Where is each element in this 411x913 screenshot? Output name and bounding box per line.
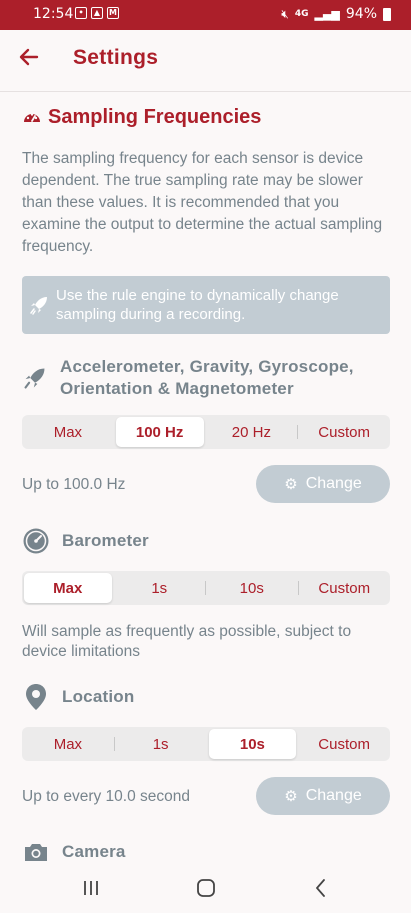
gear-icon: ⚙ [284, 476, 298, 493]
change-button-label: Change [305, 787, 362, 804]
motion-change-button[interactable]: ⚙ Change [256, 465, 390, 503]
motion-sensor-heading: Accelerometer, Gravity, Gyroscope, Orien… [22, 356, 380, 400]
motion-frequency-selector: Max 100 Hz 20 Hz Custom [22, 415, 390, 449]
segment-separator [113, 737, 115, 751]
segment-separator [297, 425, 299, 439]
barometer-option-10s[interactable]: 10s [208, 573, 296, 603]
home-button[interactable] [194, 876, 218, 900]
location-option-10s[interactable]: 10s [208, 729, 297, 759]
recent-apps-icon [84, 881, 98, 895]
barometer-frequency-selector: Max 1s 10s Custom [22, 571, 390, 605]
speedometer-icon [24, 112, 40, 122]
back-nav-button[interactable] [309, 876, 333, 900]
system-nav-bar [0, 862, 411, 913]
change-button-label: Change [305, 475, 362, 492]
battery-label: 94% [345, 6, 377, 22]
section-heading: Sampling Frequencies [22, 106, 261, 129]
barometer-heading: Barometer [22, 527, 149, 555]
gear-icon: ⚙ [284, 788, 298, 805]
location-option-max[interactable]: Max [24, 729, 112, 759]
motion-option-max[interactable]: Max [24, 417, 112, 447]
motion-option-custom[interactable]: Custom [300, 417, 388, 447]
camera-title: Camera [62, 842, 126, 861]
recent-apps-button[interactable] [79, 876, 103, 900]
barometer-option-1s[interactable]: 1s [116, 573, 204, 603]
rule-engine-banner[interactable]: Use the rule engine to dynamically chang… [22, 276, 390, 334]
section-intro: The sampling frequency for each sensor i… [22, 150, 383, 255]
back-button[interactable] [16, 44, 42, 70]
notification-dot-icon: • [75, 7, 87, 19]
gauge-icon [23, 528, 49, 554]
location-change-button[interactable]: ⚙ Change [256, 777, 390, 815]
barometer-option-custom[interactable]: Custom [301, 573, 389, 603]
location-title: Location [62, 687, 135, 706]
page-title: Settings [73, 46, 159, 69]
gmail-icon: M [107, 7, 119, 19]
chevron-left-icon [316, 879, 325, 897]
location-frequency-selector: Max 1s 10s Custom [22, 727, 390, 761]
motion-option-100hz[interactable]: 100 Hz [115, 417, 204, 447]
location-pin-icon [26, 684, 46, 710]
motion-sensor-title: Accelerometer, Gravity, Gyroscope, Orien… [60, 357, 354, 398]
motion-frequency-info: Up to 100.0 Hz [22, 476, 126, 493]
segment-separator [297, 581, 299, 595]
battery-icon [383, 7, 391, 21]
barometer-title: Barometer [62, 531, 149, 550]
section-title: Sampling Frequencies [48, 106, 262, 128]
status-time: 12:54 [33, 6, 74, 22]
rocket-icon [30, 297, 47, 315]
barometer-frequency-info: Will sample as frequently as possible, s… [22, 623, 352, 660]
location-heading: Location [22, 682, 134, 712]
segment-separator [205, 581, 206, 595]
motion-option-20hz[interactable]: 20 Hz [208, 417, 296, 447]
location-frequency-info: Up to every 10.0 second [22, 788, 191, 805]
network-label: 4G [294, 9, 309, 19]
signal-icon: ▂▄▆ [314, 7, 340, 21]
banner-text: Use the rule engine to dynamically chang… [56, 287, 339, 323]
location-option-1s[interactable]: 1s [117, 729, 205, 759]
barometer-option-max[interactable]: Max [24, 573, 112, 603]
rocket-icon [24, 368, 45, 389]
camera-heading: Camera [22, 840, 126, 864]
status-bar: 12:54 • ▲ M 🔇︎ 4G ▂▄▆ 94% [0, 0, 411, 30]
camera-icon [25, 844, 47, 861]
mute-icon: 🔇︎ [281, 6, 289, 21]
home-icon [197, 879, 215, 897]
location-option-custom[interactable]: Custom [300, 729, 388, 759]
gallery-icon: ▲ [91, 7, 103, 19]
header-divider [0, 91, 411, 92]
arrow-left-icon [19, 48, 39, 66]
